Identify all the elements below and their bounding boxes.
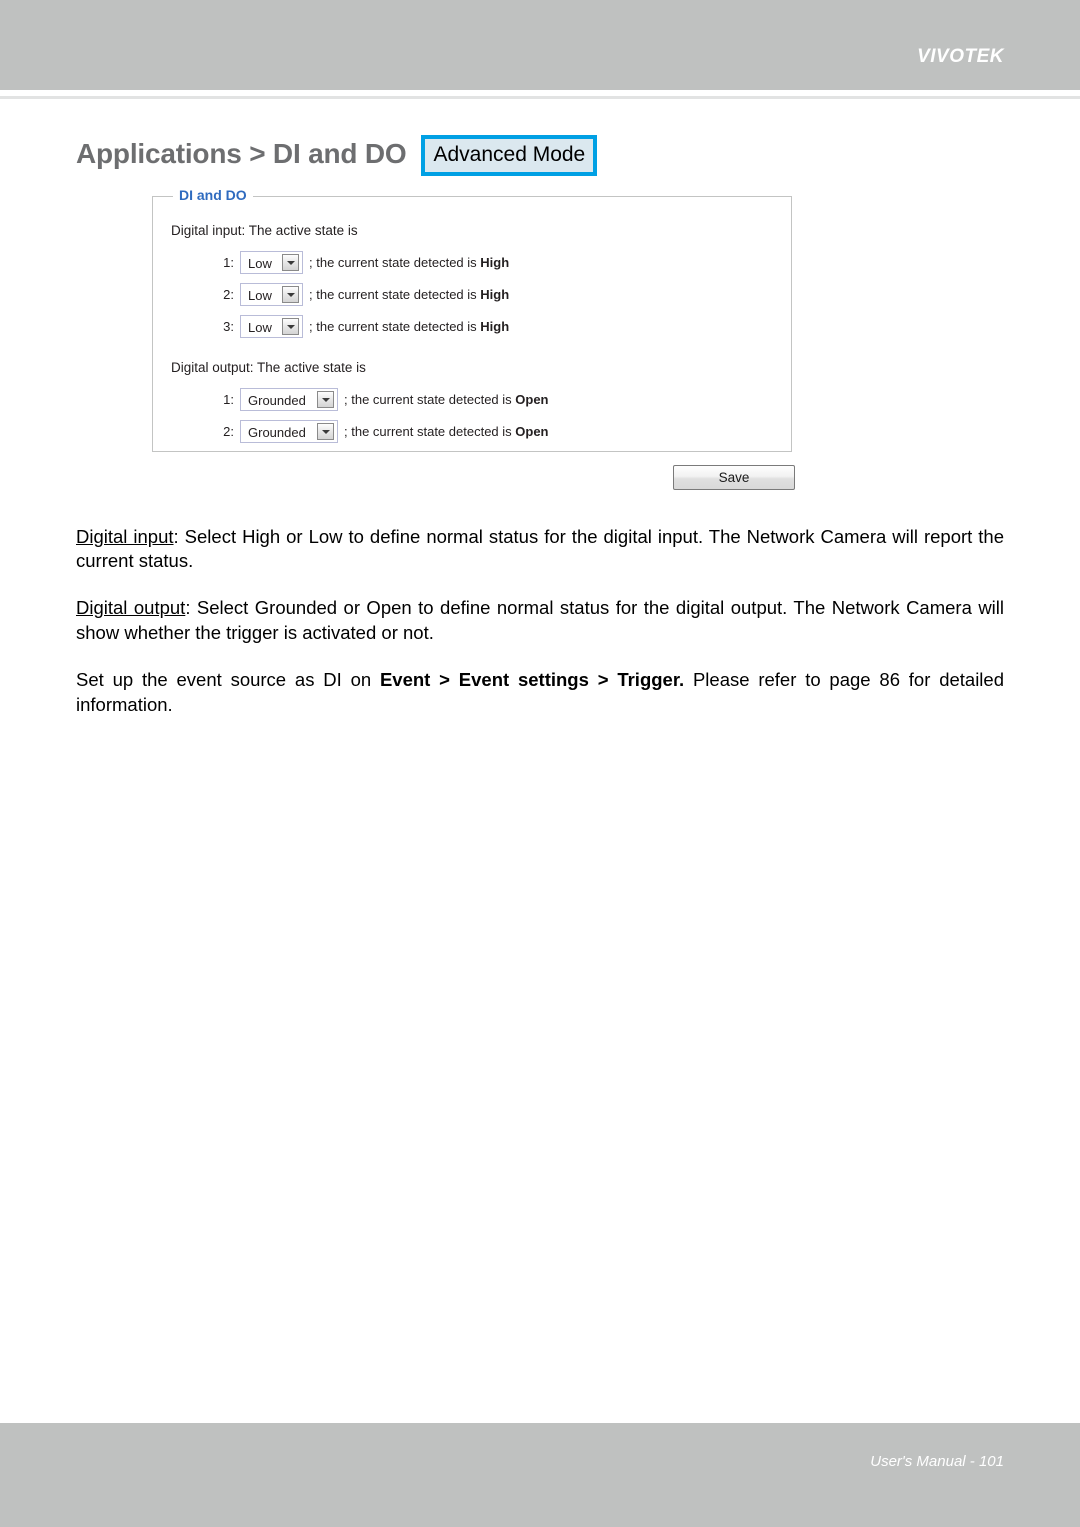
status-prefix: ; the current state detected is <box>309 319 481 334</box>
status-prefix: ; the current state detected is <box>344 424 516 439</box>
event-settings-path: Event > Event settings > Trigger. <box>379 669 685 691</box>
page-footer: User's Manual - 101 <box>0 1423 1080 1527</box>
chevron-down-icon <box>282 318 299 335</box>
digital-output-2-status: ; the current state detected is Open <box>344 424 549 439</box>
digital-output-1-status: ; the current state detected is Open <box>344 392 549 407</box>
digital-input-label: Digital input: The active state is <box>171 223 358 238</box>
digital-input-row: 2: Low ; the current state detected is H… <box>217 283 791 306</box>
select-value: Grounded <box>248 393 306 408</box>
digital-output-row: 1: Grounded ; the current state detected… <box>217 388 791 411</box>
digital-input-row: 1: Low ; the current state detected is H… <box>217 251 791 274</box>
chevron-down-icon <box>317 391 334 408</box>
panel-legend: DI and DO <box>173 187 253 203</box>
term-digital-output: Digital output <box>76 597 186 619</box>
status-value: Open <box>515 424 549 439</box>
digital-output-row: 2: Grounded ; the current state detected… <box>217 420 791 443</box>
digital-output-2-select[interactable]: Grounded <box>240 420 338 443</box>
status-value: High <box>480 287 510 302</box>
header-divider <box>0 96 1080 99</box>
select-value: Low <box>248 288 272 303</box>
paragraph-digital-output: Digital output: Select Grounded or Open … <box>76 596 1004 646</box>
digital-input-1-select[interactable]: Low <box>240 251 303 274</box>
term-digital-input: Digital input <box>76 525 174 547</box>
status-prefix: ; the current state detected is <box>309 255 481 270</box>
select-value: Low <box>248 320 272 335</box>
page-header: VIVOTEK <box>0 0 1080 90</box>
row-index: 1: <box>223 392 234 407</box>
status-prefix: ; the current state detected is <box>344 392 516 407</box>
vivotek-logo: VIVOTEK <box>917 46 1004 67</box>
event-source-prefix: Set up the event source as DI on <box>76 669 380 691</box>
panel-body: Digital input: The active state is 1: Lo… <box>153 197 791 443</box>
status-value: High <box>480 319 510 334</box>
row-index: 2: <box>223 424 234 439</box>
digital-input-3-select[interactable]: Low <box>240 315 303 338</box>
digital-input-row: 3: Low ; the current state detected is H… <box>217 315 791 338</box>
chevron-down-icon <box>317 423 334 440</box>
select-value: Grounded <box>248 425 306 440</box>
row-index: 1: <box>223 255 234 270</box>
row-index: 2: <box>223 287 234 302</box>
status-prefix: ; the current state detected is <box>309 287 481 302</box>
chevron-down-icon <box>282 286 299 303</box>
digital-input-2-status: ; the current state detected is High <box>309 287 509 302</box>
advanced-mode-badge[interactable]: Advanced Mode <box>421 135 598 176</box>
status-value: High <box>480 255 510 270</box>
digital-output-label: Digital output: The active state is <box>171 360 366 375</box>
paragraph-digital-output-body: : Select Grounded or Open to define norm… <box>76 597 1005 644</box>
digital-output-1-select[interactable]: Grounded <box>240 388 338 411</box>
select-value: Low <box>248 256 272 271</box>
digital-input-2-select[interactable]: Low <box>240 283 303 306</box>
body-text: Digital input: Select High or Low to def… <box>76 506 1004 718</box>
status-value: Open <box>515 392 549 407</box>
digital-input-3-status: ; the current state detected is High <box>309 319 509 334</box>
paragraph-digital-input: Digital input: Select High or Low to def… <box>76 525 1004 575</box>
paragraph-event-source: Set up the event source as DI on Event >… <box>76 668 1004 718</box>
chevron-down-icon <box>282 254 299 271</box>
di-and-do-panel: DI and DO Digital input: The active stat… <box>152 187 792 452</box>
digital-input-1-status: ; the current state detected is High <box>309 255 509 270</box>
page-title: Applications > DI and DO <box>76 137 407 169</box>
page-title-row: Applications > DI and DO Advanced Mode <box>76 133 598 176</box>
footer-page-label: User's Manual - 101 <box>870 1453 1004 1470</box>
row-index: 3: <box>223 319 234 334</box>
save-button[interactable]: Save <box>673 465 795 490</box>
paragraph-digital-input-body: : Select High or Low to define normal st… <box>76 525 1005 572</box>
